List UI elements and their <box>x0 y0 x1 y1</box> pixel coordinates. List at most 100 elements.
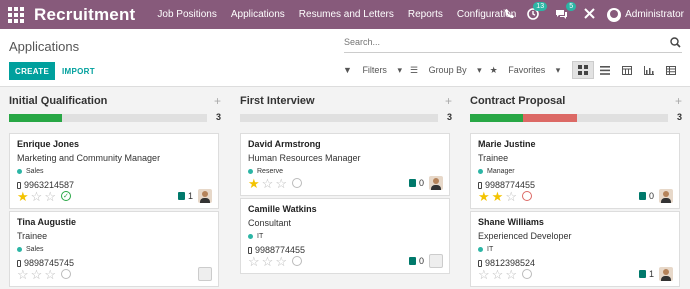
app-brand[interactable]: Recruitment <box>34 5 135 25</box>
activity-clock-icon[interactable] <box>291 256 302 266</box>
progress-segment-green[interactable] <box>470 114 524 122</box>
debug-tools-icon[interactable] <box>584 8 595 21</box>
applicant-card[interactable]: Tina Augustie Trainee Sales 9898745745 ☆… <box>9 211 219 287</box>
priority-star-icon[interactable]: ★ <box>478 190 490 203</box>
doc-count-value: 0 <box>648 191 654 201</box>
quick-create-icon[interactable]: + <box>214 94 221 108</box>
priority-star-icon[interactable]: ☆ <box>275 177 287 190</box>
activity-badge: 13 <box>533 1 548 11</box>
activity-late-icon[interactable] <box>521 191 532 201</box>
document-icon <box>638 270 646 278</box>
apps-menu-icon[interactable] <box>8 6 24 23</box>
priority-star-icon[interactable]: ☆ <box>17 268 29 281</box>
quick-create-icon[interactable]: + <box>445 94 452 108</box>
priority-star-icon[interactable]: ☆ <box>275 255 287 268</box>
kanban-view-button[interactable] <box>572 61 594 79</box>
priority-star-icon[interactable]: ★ <box>492 190 504 203</box>
menu-applications[interactable]: Applications <box>231 9 285 20</box>
recruiter-avatar <box>659 189 673 203</box>
filters-dropdown[interactable]: ▼ Filters ▾ <box>343 65 402 76</box>
priority-star-icon[interactable]: ☆ <box>262 255 274 268</box>
applicant-job: Trainee <box>17 231 48 241</box>
column-count: 3 <box>676 112 682 122</box>
user-menu[interactable]: Administrator <box>607 7 684 22</box>
applicant-name: Camille Watkins <box>248 204 317 214</box>
graph-view-button[interactable] <box>638 61 660 79</box>
pivot-view-button[interactable] <box>660 61 682 79</box>
import-button[interactable]: IMPORT <box>62 62 95 80</box>
kanban-icon <box>578 65 588 75</box>
activity-clock-icon[interactable] <box>291 178 302 188</box>
phone-icon[interactable] <box>504 8 515 21</box>
calendar-view-button[interactable] <box>616 61 638 79</box>
recruiter-avatar-placeholder <box>198 267 212 281</box>
groupby-dropdown[interactable]: ☰ Group By ▾ <box>410 65 482 76</box>
menu-reports[interactable]: Reports <box>408 9 443 20</box>
progress-segment-red[interactable] <box>523 114 577 122</box>
activity-ok-icon[interactable]: ✓ <box>60 191 71 201</box>
priority-star-icon[interactable]: ☆ <box>31 190 43 203</box>
priority-star-icon[interactable]: ☆ <box>248 255 260 268</box>
progress-segment-green[interactable] <box>9 114 63 122</box>
favorites-dropdown[interactable]: ★ Favorites ▾ <box>490 65 561 76</box>
applicant-card[interactable]: Shane Williams Experienced Developer IT … <box>470 211 680 287</box>
user-name: Administrator <box>625 9 684 20</box>
attachment-count[interactable]: 1 <box>177 191 193 201</box>
recruiter-avatar <box>198 189 212 203</box>
list-icon <box>600 65 610 75</box>
column-progress-bar[interactable] <box>240 114 438 122</box>
applicant-name: Enrique Jones <box>17 139 80 149</box>
column-progress-bar[interactable] <box>470 114 668 122</box>
search-input[interactable] <box>344 37 644 47</box>
priority-star-icon[interactable]: ☆ <box>505 190 517 203</box>
priority-star-icon[interactable]: ☆ <box>262 177 274 190</box>
priority-star-icon[interactable]: ☆ <box>478 268 490 281</box>
search-box <box>344 37 682 53</box>
filters-label: Filters <box>362 65 387 75</box>
document-icon <box>408 179 416 187</box>
control-panel: Applications CREATE IMPORT ▼ Filters ▾ ☰… <box>0 29 690 87</box>
tag-label: IT <box>257 233 264 240</box>
attachment-count[interactable]: 0 <box>408 178 424 188</box>
menu-job-positions[interactable]: Job Positions <box>157 9 216 20</box>
priority-star-icon[interactable]: ☆ <box>492 268 504 281</box>
kanban-column-initial-qualification: Initial Qualification + 3 Enrique Jones … <box>9 87 221 287</box>
applicant-tag: IT <box>248 233 442 240</box>
create-button[interactable]: CREATE <box>9 62 56 80</box>
applicant-job: Marketing and Community Manager <box>17 153 161 163</box>
activity-clock-icon[interactable]: 13 <box>527 1 548 22</box>
priority-star-icon[interactable]: ☆ <box>44 190 56 203</box>
kanban-column-first-interview: First Interview + 3 David Armstrong Huma… <box>240 87 452 274</box>
priority-star-icon[interactable]: ☆ <box>31 268 43 281</box>
priority-star-icon[interactable]: ★ <box>248 177 260 190</box>
priority-star-icon[interactable]: ☆ <box>505 268 517 281</box>
menu-resumes-letters[interactable]: Resumes and Letters <box>299 9 394 20</box>
applicant-name: Tina Augustie <box>17 217 77 227</box>
tag-label: IT <box>487 246 494 253</box>
quick-create-icon[interactable]: + <box>675 94 682 108</box>
doc-count-value: 0 <box>418 178 424 188</box>
applicant-card[interactable]: Camille Watkins Consultant IT 9988774455… <box>240 198 450 274</box>
attachment-count[interactable]: 0 <box>408 256 424 266</box>
priority-star-icon[interactable]: ☆ <box>44 268 56 281</box>
mobile-phone-icon <box>478 259 482 267</box>
priority-star-icon[interactable]: ★ <box>17 190 29 203</box>
column-progress-bar[interactable] <box>9 114 207 122</box>
recruiter-avatar <box>429 176 443 190</box>
attachment-count[interactable]: 0 <box>638 191 654 201</box>
applicant-card[interactable]: Marie Justine Trainee Manager 9988774455… <box>470 133 680 209</box>
search-icon[interactable] <box>670 37 682 49</box>
tag-label: Manager <box>487 168 515 175</box>
attachment-count[interactable]: 1 <box>638 269 654 279</box>
activity-clock-icon[interactable] <box>521 269 532 279</box>
list-view-button[interactable] <box>594 61 616 79</box>
doc-count-value: 1 <box>187 191 193 201</box>
applicant-name: Marie Justine <box>478 139 536 149</box>
kanban-column-contract-proposal: Contract Proposal + 3 Marie Justine Trai… <box>470 87 682 287</box>
activity-clock-icon[interactable] <box>60 269 71 279</box>
applicant-card[interactable]: Enrique Jones Marketing and Community Ma… <box>9 133 219 209</box>
messages-icon[interactable]: 5 <box>555 1 577 22</box>
groupby-label: Group By <box>428 65 467 75</box>
applicant-card[interactable]: David Armstrong Human Resources Manager … <box>240 133 450 196</box>
favorites-label: Favorites <box>508 65 546 75</box>
